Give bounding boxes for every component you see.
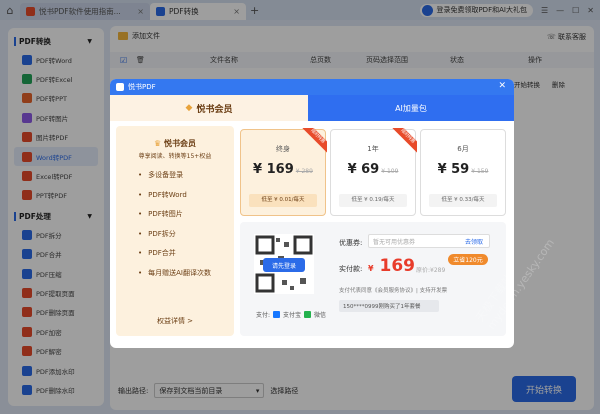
get-coupon-link[interactable]: 去领取 [465, 237, 483, 246]
plan-original-price: ¥ 159 [471, 168, 489, 175]
plan-price-value: ¥ 169 [253, 162, 294, 177]
app-logo-icon [116, 83, 124, 91]
benefit-item: PDF拆分 [138, 229, 226, 239]
benefits-subtitle: 尊享阅读、转换等15+权益 [138, 153, 212, 160]
wechat-label: 微信 [314, 312, 327, 319]
benefit-item: PDF转图片 [138, 209, 226, 219]
wechat-icon [304, 311, 312, 318]
discount-ribbon: 限时特惠 [301, 128, 327, 154]
plan-price-value: ¥ 69 [347, 162, 380, 177]
plan-daily-price: 低至 ¥ 0.19/每天 [339, 194, 407, 207]
modal-header: 悦书PDF ✕ [110, 79, 514, 95]
paid-label: 实付款: [339, 265, 363, 273]
paid-amount-value: 169 [379, 256, 416, 276]
crown-icon: ♛ [154, 139, 164, 148]
plan-price: ¥ 69 ¥ 109 [331, 162, 415, 177]
benefits-title-text: 悦书会员 [163, 139, 196, 148]
ribbon-text: 限时特惠 [391, 128, 417, 153]
plan-daily-price: 低至 ¥ 0.01/每天 [249, 194, 317, 207]
benefit-item: PDF转Word [138, 190, 226, 200]
plan-daily-price: 低至 ¥ 0.33/每天 [429, 194, 497, 207]
plan-options: 限时特惠 终身 ¥ 169 ¥ 289 低至 ¥ 0.01/每天 限时特惠 1年 … [240, 128, 506, 216]
save-badge: 立省120元 [448, 254, 488, 265]
alipay-label: 支付宝 [283, 312, 302, 319]
payment-methods: 支付: 支付宝 微信 [256, 310, 326, 319]
diamond-icon: ◆ [185, 103, 193, 113]
coupon-select[interactable]: 暂无可用优惠券 去领取 [368, 234, 490, 248]
plan-6-months[interactable]: 6月 ¥ 59 ¥ 159 低至 ¥ 0.33/每天 [420, 129, 506, 216]
plan-lifetime[interactable]: 限时特惠 终身 ¥ 169 ¥ 289 低至 ¥ 0.01/每天 [240, 128, 327, 216]
plan-original-price: ¥ 289 [295, 168, 313, 175]
benefit-item: 多设备登录 [138, 170, 226, 180]
plan-price-value: ¥ 59 [437, 162, 470, 177]
payment-box: 请先登录 支付: 支付宝 微信 优惠券: 暂无可用优惠券 去领取 实付款: ¥ 1… [240, 222, 506, 336]
tab-member-label: 悦书会员 [196, 104, 233, 115]
paid-amount: ¥ 169 [368, 256, 415, 276]
plan-original-price: ¥ 109 [381, 168, 399, 175]
benefits-panel: ♛ 悦书会员 尊享阅读、转换等15+权益 多设备登录 PDF转Word PDF转… [116, 126, 234, 336]
benefits-list: 多设备登录 PDF转Word PDF转图片 PDF拆分 PDF合并 每月赠送AI… [138, 170, 226, 278]
benefits-title: ♛ 悦书会员 [124, 138, 226, 149]
discount-ribbon: 限时特惠 [391, 128, 417, 154]
tab-ai-pack[interactable]: AI加量包 [308, 95, 514, 121]
currency-symbol: ¥ [368, 264, 374, 273]
coupon-label: 优惠券: [339, 239, 363, 247]
agreement-text[interactable]: 支付代表同意《会员服务协议》| 支持开发票 [339, 286, 447, 294]
plan-name: 6月 [457, 145, 469, 153]
plan-price: ¥ 169 ¥ 289 [241, 162, 325, 177]
benefit-item: PDF合并 [138, 248, 226, 258]
alipay-icon [273, 311, 281, 318]
benefits-detail-link[interactable]: 权益详情 > [116, 316, 234, 326]
ribbon-text: 限时特惠 [301, 128, 327, 153]
purchase-notice: 150****0999刚购买了1年套餐 [339, 300, 439, 312]
membership-modal: 悦书PDF ✕ ◆ 悦书会员 AI加量包 ♛ 悦书会员 尊享阅读、转换等15+权益… [110, 79, 514, 348]
close-icon[interactable]: ✕ [498, 81, 506, 91]
coupon-placeholder: 暂无可用优惠券 [373, 238, 416, 246]
plan-1-year[interactable]: 限时特惠 1年 ¥ 69 ¥ 109 低至 ¥ 0.19/每天 [330, 128, 417, 216]
pay-label: 支付: [256, 312, 271, 319]
plan-price: ¥ 59 ¥ 159 [421, 162, 505, 177]
modal-title: 悦书PDF [128, 83, 156, 91]
original-price: 原价:¥289 [416, 267, 446, 274]
benefit-item: 每月赠送AI翻译次数 [138, 268, 214, 278]
qr-login-button[interactable]: 请先登录 [263, 258, 305, 272]
tab-member[interactable]: ◆ 悦书会员 [110, 95, 308, 121]
modal-tabs: ◆ 悦书会员 AI加量包 [110, 95, 514, 121]
